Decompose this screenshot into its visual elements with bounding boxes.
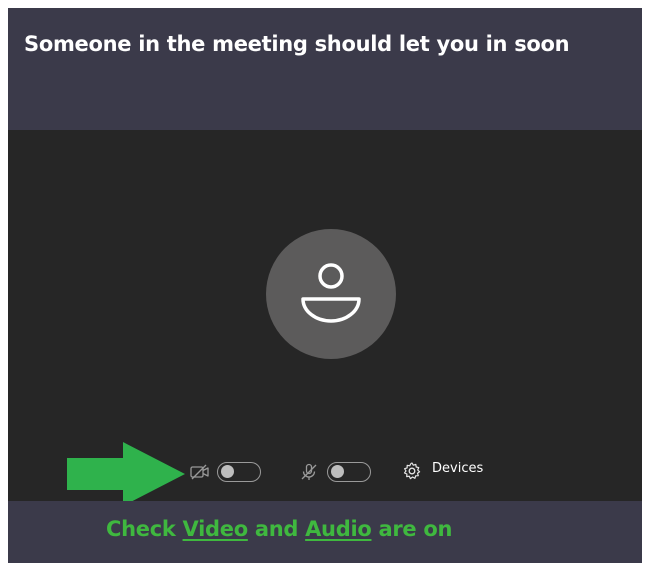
- video-preview: Devices: [8, 130, 642, 506]
- header: Someone in the meeting should let you in…: [8, 8, 642, 130]
- camera-off-icon[interactable]: [190, 464, 210, 480]
- caption-video: Video: [182, 517, 249, 541]
- caption-audio: Audio: [305, 517, 372, 541]
- person-icon: [301, 263, 361, 323]
- caption-and: and: [247, 517, 306, 541]
- gear-icon[interactable]: [402, 461, 422, 481]
- annotation-caption: Check Video and Audio are on: [8, 501, 642, 563]
- camera-toggle-knob: [221, 465, 234, 478]
- caption-text: Check Video and Audio are on: [106, 517, 452, 541]
- caption-suffix: are on: [371, 517, 453, 541]
- caption-prefix: Check: [106, 517, 183, 541]
- prejoin-window: Someone in the meeting should let you in…: [8, 8, 642, 563]
- mic-toggle-knob: [331, 465, 344, 478]
- device-controls: Devices: [8, 452, 642, 492]
- mic-toggle[interactable]: [327, 462, 371, 482]
- camera-toggle[interactable]: [217, 462, 261, 482]
- devices-button[interactable]: Devices: [432, 461, 483, 476]
- mic-off-icon[interactable]: [300, 463, 318, 481]
- page-title: Someone in the meeting should let you in…: [24, 32, 570, 56]
- avatar: [266, 229, 396, 359]
